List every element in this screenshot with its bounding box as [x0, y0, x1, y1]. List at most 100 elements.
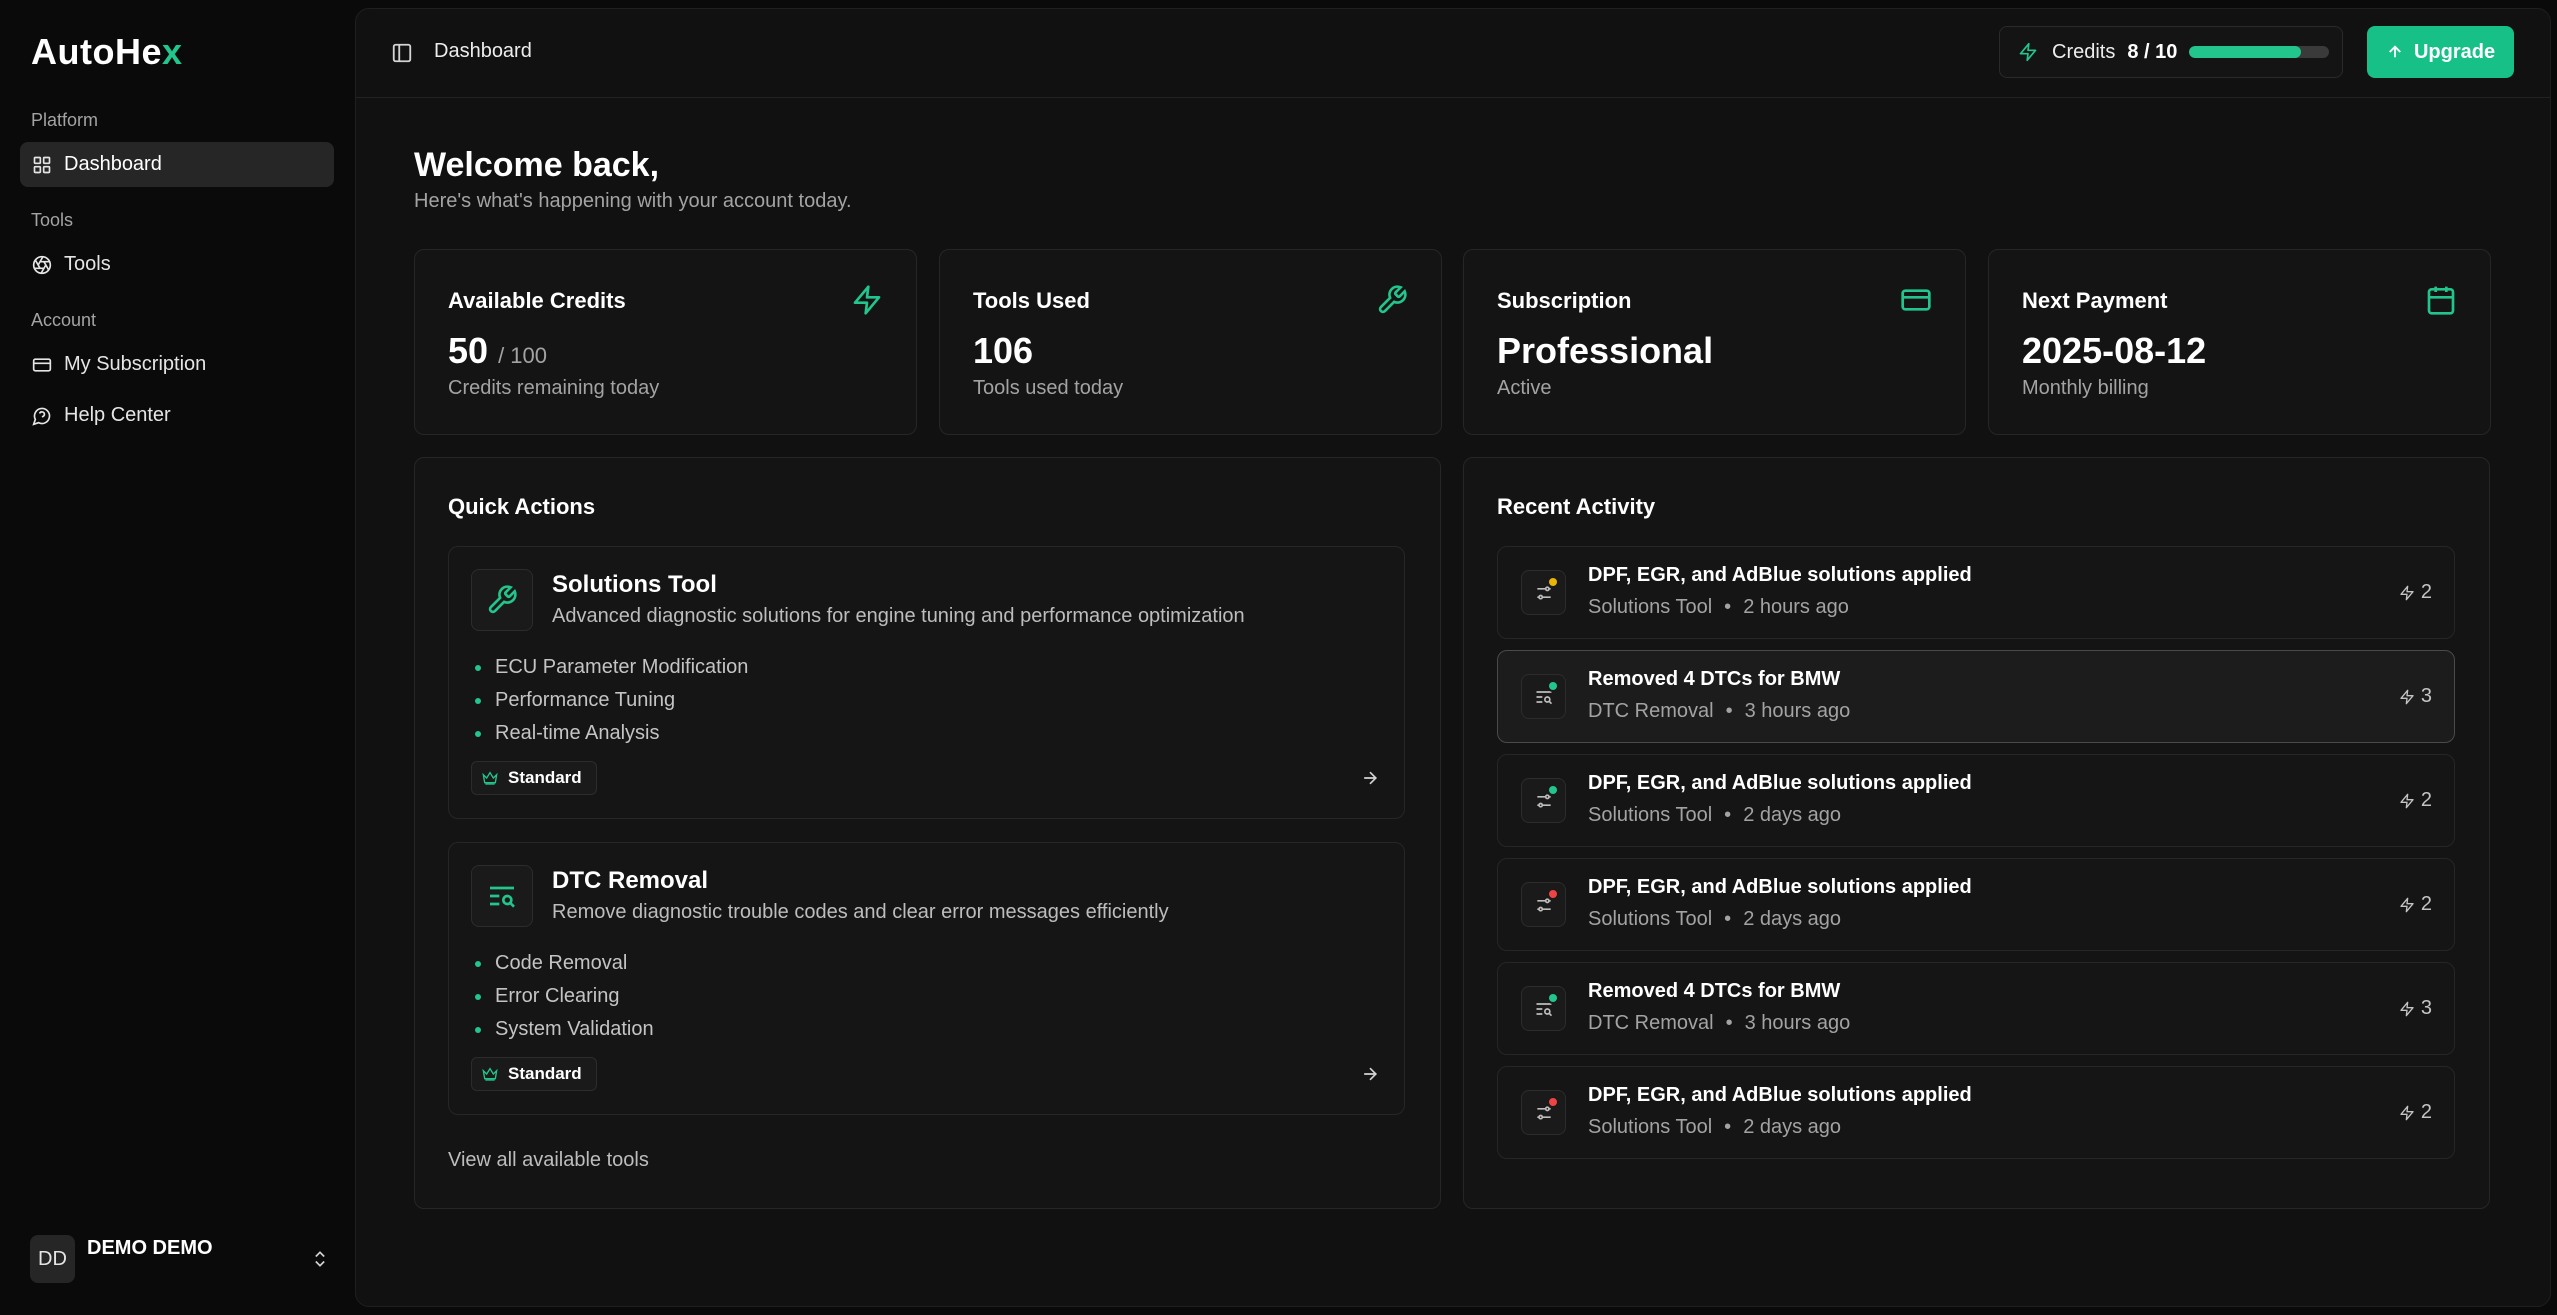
credits-progress-fill — [2189, 46, 2302, 58]
chevrons-up-down-icon — [310, 1249, 330, 1269]
tool-feature: Code Removal — [475, 947, 654, 980]
view-all-tools-link[interactable]: View all available tools — [448, 1149, 649, 1172]
credit-card-icon — [32, 355, 52, 375]
status-dot — [1547, 576, 1559, 588]
tool-description: Advanced diagnostic solutions for engine… — [552, 605, 1245, 627]
sidebar-item-tools[interactable]: Tools — [20, 242, 334, 287]
status-dot — [1547, 680, 1559, 692]
activity-meta: Solutions Tool • 2 days ago — [1588, 804, 1841, 827]
top-bar: Dashboard Credits 8 / 10 Upgrade — [356, 9, 2550, 98]
zap-icon — [2018, 42, 2038, 62]
tool-description: Remove diagnostic trouble codes and clea… — [552, 901, 1169, 923]
activity-tool: Solutions Tool — [1588, 1116, 1713, 1138]
activity-cost: 3 — [2399, 685, 2432, 708]
page-subtitle: Here's what's happening with your accoun… — [414, 190, 852, 212]
activity-tool: DTC Removal — [1588, 1012, 1714, 1034]
stat-value: 50 / 100 — [448, 330, 547, 371]
stat-title: Available Credits — [448, 288, 626, 313]
sidebar-toggle-icon[interactable] — [391, 42, 413, 64]
arrow-up-icon — [2386, 43, 2404, 61]
activity-tool: Solutions Tool — [1588, 908, 1713, 930]
stat-subtitle: Credits remaining today — [448, 377, 660, 399]
crown-icon — [482, 1066, 498, 1082]
activity-cost: 3 — [2399, 997, 2432, 1020]
recent-activity-title: Recent Activity — [1497, 494, 1656, 519]
activity-icon-frame — [1521, 778, 1566, 823]
meta-separator: • — [1724, 1116, 1732, 1138]
stat-card-available-credits: Available Credits 50 / 100 Credits remai… — [414, 249, 917, 435]
tool-card-dtc-removal[interactable]: DTC Removal Remove diagnostic trouble co… — [448, 842, 1405, 1115]
page-title: Welcome back, — [414, 146, 660, 184]
activity-time: 3 hours ago — [1744, 1012, 1851, 1034]
credits-value: 8 / 10 — [2127, 40, 2178, 63]
stat-subtitle: Active — [1497, 377, 1552, 399]
stat-card-subscription: Subscription Professional Active — [1463, 249, 1966, 435]
stat-title: Subscription — [1497, 288, 1632, 313]
activity-item[interactable]: DPF, EGR, and AdBlue solutions applied S… — [1497, 858, 2455, 951]
activity-meta: Solutions Tool • 2 days ago — [1588, 908, 1841, 931]
activity-time: 2 days ago — [1743, 804, 1842, 826]
activity-title: Removed 4 DTCs for BMW — [1588, 668, 1841, 690]
stat-value: 2025-08-12 — [2022, 330, 2207, 371]
stat-subtitle: Monthly billing — [2022, 377, 2149, 399]
sidebar-item-label: My Subscription — [64, 353, 207, 375]
activity-meta: Solutions Tool • 2 days ago — [1588, 1116, 1841, 1139]
user-menu[interactable]: DD DEMO DEMO — [30, 1235, 330, 1283]
status-dot — [1547, 1096, 1559, 1108]
recent-activity-panel: Recent Activity DPF, EGR, and AdBlue sol… — [1463, 457, 2490, 1209]
sidebar: AutoHe x Platform Dashboard Tools Tools A… — [0, 0, 355, 1315]
zap-icon — [2399, 897, 2415, 913]
stat-card-next-payment: Next Payment 2025-08-12 Monthly billing — [1988, 249, 2491, 435]
activity-title: DPF, EGR, and AdBlue solutions applied — [1588, 1084, 1972, 1106]
credits-label: Credits — [2052, 40, 2116, 63]
activity-cost-value: 3 — [2420, 685, 2432, 707]
stat-value: 106 — [973, 330, 1034, 371]
quick-actions-panel: Quick Actions Solutions Tool Advanced di… — [414, 457, 1441, 1209]
activity-icon-frame — [1521, 570, 1566, 615]
tool-card-solutions-tool[interactable]: Solutions Tool Advanced diagnostic solut… — [448, 546, 1405, 819]
activity-item[interactable]: Removed 4 DTCs for BMW DTC Removal • 3 hou… — [1497, 962, 2455, 1055]
stat-value-total: / 100 — [498, 343, 547, 368]
activity-time: 3 hours ago — [1744, 700, 1851, 722]
activity-item[interactable]: Removed 4 DTCs for BMW DTC Removal • 3 hou… — [1497, 650, 2455, 743]
meta-separator: • — [1724, 596, 1732, 618]
tool-feature: ECU Parameter Modification — [475, 651, 748, 684]
arrow-right-icon[interactable] — [1360, 768, 1380, 788]
crown-icon — [482, 770, 498, 786]
sidebar-item-label: Help Center — [64, 404, 171, 426]
meta-separator: • — [1725, 1012, 1733, 1034]
sidebar-item-dashboard[interactable]: Dashboard — [20, 142, 334, 187]
tool-feature: Error Clearing — [475, 980, 654, 1013]
activity-item[interactable]: DPF, EGR, and AdBlue solutions applied S… — [1497, 1066, 2455, 1159]
activity-title: DPF, EGR, and AdBlue solutions applied — [1588, 772, 1972, 794]
wrench-icon — [1376, 284, 1408, 316]
activity-cost-value: 3 — [2420, 997, 2432, 1019]
app-logo[interactable]: AutoHe x — [31, 31, 183, 72]
activity-item[interactable]: DPF, EGR, and AdBlue solutions applied S… — [1497, 754, 2455, 847]
plan-badge-label: Standard — [508, 1064, 582, 1083]
tool-name: Solutions Tool — [552, 571, 717, 598]
user-name: DEMO DEMO — [87, 1237, 213, 1259]
sidebar-item-my-subscription[interactable]: My Subscription — [20, 342, 334, 387]
activity-item[interactable]: DPF, EGR, and AdBlue solutions applied S… — [1497, 546, 2455, 639]
zap-icon — [2399, 1105, 2415, 1121]
tool-feature-list: ECU Parameter Modification Performance T… — [475, 651, 748, 750]
activity-cost: 2 — [2399, 789, 2432, 812]
stat-title: Next Payment — [2022, 288, 2168, 313]
tool-feature-list: Code Removal Error Clearing System Valid… — [475, 947, 654, 1046]
upgrade-button[interactable]: Upgrade — [2367, 26, 2514, 78]
arrow-right-icon[interactable] — [1360, 1064, 1380, 1084]
quick-actions-title: Quick Actions — [448, 494, 596, 519]
zap-icon — [2399, 585, 2415, 601]
zap-icon — [2399, 793, 2415, 809]
breadcrumb: Dashboard — [434, 40, 532, 62]
activity-tool: DTC Removal — [1588, 700, 1714, 722]
activity-title: DPF, EGR, and AdBlue solutions applied — [1588, 876, 1972, 898]
sidebar-item-help-center[interactable]: Help Center — [20, 393, 334, 438]
wrench-icon — [486, 584, 518, 616]
activity-meta: DTC Removal • 3 hours ago — [1588, 1012, 1850, 1035]
activity-cost-value: 2 — [2420, 789, 2432, 811]
tool-feature: System Validation — [475, 1013, 654, 1046]
plan-badge-label: Standard — [508, 768, 582, 787]
status-dot — [1547, 888, 1559, 900]
